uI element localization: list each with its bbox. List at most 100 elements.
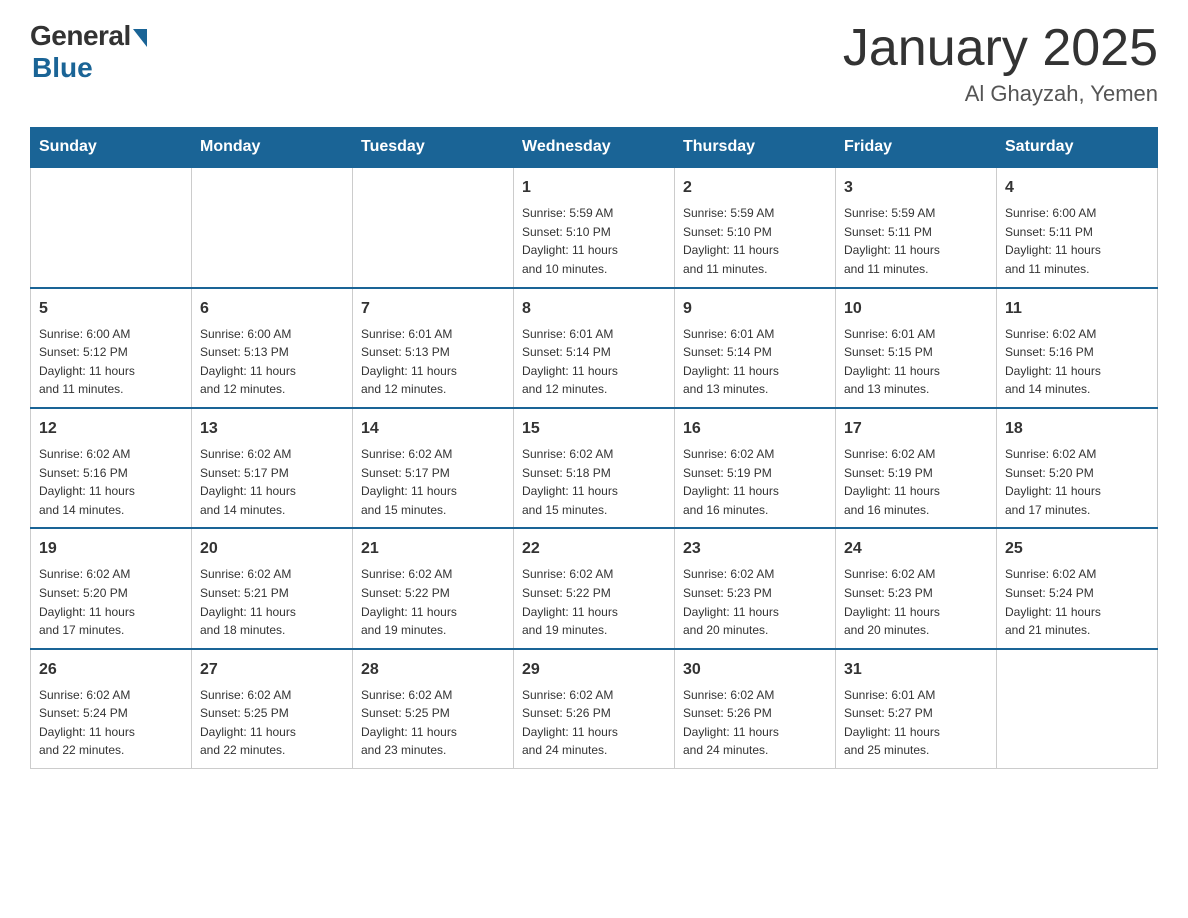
calendar-cell: 20 Sunrise: 6:02 AMSunset: 5:21 PMDayligh… (192, 528, 353, 648)
calendar-cell: 25 Sunrise: 6:02 AMSunset: 5:24 PMDayligh… (997, 528, 1158, 648)
weekday-header-thursday: Thursday (675, 128, 836, 168)
calendar-table: SundayMondayTuesdayWednesdayThursdayFrid… (30, 127, 1158, 769)
day-info: Sunrise: 6:02 AMSunset: 5:26 PMDaylight:… (683, 686, 827, 760)
day-info: Sunrise: 6:01 AMSunset: 5:13 PMDaylight:… (361, 325, 505, 399)
day-info: Sunrise: 6:02 AMSunset: 5:24 PMDaylight:… (1005, 565, 1149, 639)
day-info: Sunrise: 6:02 AMSunset: 5:25 PMDaylight:… (361, 686, 505, 760)
day-number: 23 (683, 537, 827, 561)
day-number: 26 (39, 658, 183, 682)
day-number: 1 (522, 176, 666, 200)
calendar-cell (997, 649, 1158, 769)
calendar-cell: 24 Sunrise: 6:02 AMSunset: 5:23 PMDayligh… (836, 528, 997, 648)
day-info: Sunrise: 6:02 AMSunset: 5:21 PMDaylight:… (200, 565, 344, 639)
calendar-week-row: 1 Sunrise: 5:59 AMSunset: 5:10 PMDaylight… (31, 167, 1158, 287)
day-number: 20 (200, 537, 344, 561)
day-number: 17 (844, 417, 988, 441)
calendar-cell: 10 Sunrise: 6:01 AMSunset: 5:15 PMDayligh… (836, 288, 997, 408)
day-info: Sunrise: 5:59 AMSunset: 5:10 PMDaylight:… (522, 204, 666, 278)
calendar-cell: 1 Sunrise: 5:59 AMSunset: 5:10 PMDaylight… (514, 167, 675, 287)
calendar-cell: 4 Sunrise: 6:00 AMSunset: 5:11 PMDaylight… (997, 167, 1158, 287)
day-number: 8 (522, 297, 666, 321)
day-info: Sunrise: 6:02 AMSunset: 5:26 PMDaylight:… (522, 686, 666, 760)
day-number: 19 (39, 537, 183, 561)
calendar-cell: 31 Sunrise: 6:01 AMSunset: 5:27 PMDayligh… (836, 649, 997, 769)
calendar-cell (31, 167, 192, 287)
day-info: Sunrise: 6:00 AMSunset: 5:11 PMDaylight:… (1005, 204, 1149, 278)
day-info: Sunrise: 6:02 AMSunset: 5:22 PMDaylight:… (361, 565, 505, 639)
calendar-cell: 26 Sunrise: 6:02 AMSunset: 5:24 PMDayligh… (31, 649, 192, 769)
day-info: Sunrise: 6:02 AMSunset: 5:19 PMDaylight:… (683, 445, 827, 519)
day-info: Sunrise: 6:01 AMSunset: 5:27 PMDaylight:… (844, 686, 988, 760)
day-info: Sunrise: 5:59 AMSunset: 5:10 PMDaylight:… (683, 204, 827, 278)
day-number: 31 (844, 658, 988, 682)
calendar-cell: 13 Sunrise: 6:02 AMSunset: 5:17 PMDayligh… (192, 408, 353, 528)
calendar-cell: 9 Sunrise: 6:01 AMSunset: 5:14 PMDaylight… (675, 288, 836, 408)
day-number: 28 (361, 658, 505, 682)
calendar-cell: 28 Sunrise: 6:02 AMSunset: 5:25 PMDayligh… (353, 649, 514, 769)
day-info: Sunrise: 6:01 AMSunset: 5:14 PMDaylight:… (522, 325, 666, 399)
day-number: 10 (844, 297, 988, 321)
calendar-cell: 17Sunrise: 6:02 AMSunset: 5:19 PMDayligh… (836, 408, 997, 528)
day-number: 25 (1005, 537, 1149, 561)
day-number: 6 (200, 297, 344, 321)
day-number: 24 (844, 537, 988, 561)
day-info: Sunrise: 6:02 AMSunset: 5:17 PMDaylight:… (361, 445, 505, 519)
day-number: 30 (683, 658, 827, 682)
calendar-cell: 30 Sunrise: 6:02 AMSunset: 5:26 PMDayligh… (675, 649, 836, 769)
day-info: Sunrise: 6:02 AMSunset: 5:23 PMDaylight:… (844, 565, 988, 639)
calendar-cell: 29 Sunrise: 6:02 AMSunset: 5:26 PMDayligh… (514, 649, 675, 769)
day-info: Sunrise: 6:02 AMSunset: 5:18 PMDaylight:… (522, 445, 666, 519)
calendar-cell: 6Sunrise: 6:00 AMSunset: 5:13 PMDaylight… (192, 288, 353, 408)
day-info: Sunrise: 6:02 AMSunset: 5:24 PMDaylight:… (39, 686, 183, 760)
day-info: Sunrise: 6:01 AMSunset: 5:15 PMDaylight:… (844, 325, 988, 399)
day-number: 11 (1005, 297, 1149, 321)
calendar-cell: 12Sunrise: 6:02 AMSunset: 5:16 PMDayligh… (31, 408, 192, 528)
day-info: Sunrise: 6:02 AMSunset: 5:22 PMDaylight:… (522, 565, 666, 639)
day-info: Sunrise: 6:01 AMSunset: 5:14 PMDaylight:… (683, 325, 827, 399)
day-info: Sunrise: 6:00 AMSunset: 5:12 PMDaylight:… (39, 325, 183, 399)
calendar-cell: 21 Sunrise: 6:02 AMSunset: 5:22 PMDayligh… (353, 528, 514, 648)
title-section: January 2025 Al Ghayzah, Yemen (843, 20, 1158, 107)
day-info: Sunrise: 6:02 AMSunset: 5:17 PMDaylight:… (200, 445, 344, 519)
calendar-cell: 16 Sunrise: 6:02 AMSunset: 5:19 PMDayligh… (675, 408, 836, 528)
day-number: 27 (200, 658, 344, 682)
day-number: 3 (844, 176, 988, 200)
weekday-header-friday: Friday (836, 128, 997, 168)
logo-blue-text: Blue (32, 52, 93, 84)
calendar-cell: 14 Sunrise: 6:02 AMSunset: 5:17 PMDayligh… (353, 408, 514, 528)
day-number: 14 (361, 417, 505, 441)
logo: General Blue (30, 20, 147, 84)
day-number: 18 (1005, 417, 1149, 441)
day-number: 4 (1005, 176, 1149, 200)
day-info: Sunrise: 6:02 AMSunset: 5:20 PMDaylight:… (1005, 445, 1149, 519)
calendar-cell: 22 Sunrise: 6:02 AMSunset: 5:22 PMDayligh… (514, 528, 675, 648)
calendar-week-row: 5Sunrise: 6:00 AMSunset: 5:12 PMDaylight… (31, 288, 1158, 408)
calendar-cell (353, 167, 514, 287)
day-info: Sunrise: 6:02 AMSunset: 5:16 PMDaylight:… (39, 445, 183, 519)
calendar-cell (192, 167, 353, 287)
calendar-week-row: 19Sunrise: 6:02 AMSunset: 5:20 PMDayligh… (31, 528, 1158, 648)
day-number: 16 (683, 417, 827, 441)
logo-arrow-icon (133, 29, 147, 47)
logo-general-text: General (30, 20, 131, 52)
day-number: 7 (361, 297, 505, 321)
calendar-cell: 3Sunrise: 5:59 AMSunset: 5:11 PMDaylight… (836, 167, 997, 287)
weekday-header-saturday: Saturday (997, 128, 1158, 168)
day-number: 29 (522, 658, 666, 682)
weekday-header-wednesday: Wednesday (514, 128, 675, 168)
calendar-cell: 8 Sunrise: 6:01 AMSunset: 5:14 PMDaylight… (514, 288, 675, 408)
day-number: 9 (683, 297, 827, 321)
day-info: Sunrise: 6:02 AMSunset: 5:16 PMDaylight:… (1005, 325, 1149, 399)
day-number: 13 (200, 417, 344, 441)
day-number: 22 (522, 537, 666, 561)
weekday-header-sunday: Sunday (31, 128, 192, 168)
calendar-cell: 7 Sunrise: 6:01 AMSunset: 5:13 PMDaylight… (353, 288, 514, 408)
calendar-subtitle: Al Ghayzah, Yemen (843, 81, 1158, 107)
calendar-cell: 23Sunrise: 6:02 AMSunset: 5:23 PMDayligh… (675, 528, 836, 648)
day-number: 2 (683, 176, 827, 200)
weekday-header-row: SundayMondayTuesdayWednesdayThursdayFrid… (31, 128, 1158, 168)
calendar-cell: 27Sunrise: 6:02 AMSunset: 5:25 PMDayligh… (192, 649, 353, 769)
day-number: 21 (361, 537, 505, 561)
day-number: 15 (522, 417, 666, 441)
calendar-cell: 15 Sunrise: 6:02 AMSunset: 5:18 PMDayligh… (514, 408, 675, 528)
